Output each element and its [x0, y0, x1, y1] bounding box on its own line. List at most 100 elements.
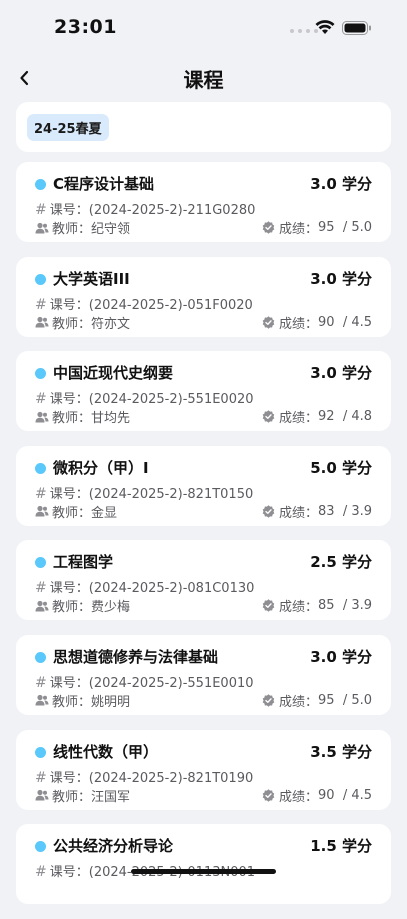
grade-row: 成绩： 95 / 5.0 — [262, 691, 372, 710]
grade-score: 95 — [318, 692, 335, 708]
course-card[interactable]: 线性代数（甲） 3.5 学分 # 课号：(2024-2025-2)-821T019… — [16, 729, 391, 810]
course-code-row: # 课号：(2024-2025-2)-551E0020 — [35, 388, 254, 407]
grade-label: 成绩： — [278, 505, 318, 521]
course-card[interactable]: 微积分（甲）I 5.0 学分 # 课号：(2024-2025-2)-821T015… — [16, 445, 391, 526]
grade-score: 92 — [318, 409, 335, 425]
grade-point: / 5.0 — [342, 220, 372, 235]
teacher-label: 教师： — [52, 316, 92, 332]
course-card[interactable]: 思想道德修养与法律基础 3.0 学分 # 课号：(2024-2025-2)-551… — [16, 634, 391, 715]
course-card[interactable]: 中国近现代史纲要 3.0 学分 # 课号：(2024-2025-2)-551E00… — [16, 351, 391, 432]
people-icon — [35, 411, 49, 423]
course-credit: 1.5 学分 — [310, 837, 372, 856]
people-icon — [35, 600, 49, 612]
status-dot-icon — [35, 179, 46, 190]
grade-row: 成绩： 90 / 4.5 — [262, 786, 372, 805]
hash-icon: # — [35, 485, 47, 502]
nav-bar: 课程 — [0, 56, 407, 100]
verified-badge-icon — [262, 221, 275, 234]
course-code-row: # 课号：(2024-2025-2)-081C0130 — [35, 577, 254, 596]
home-indicator[interactable] — [131, 869, 276, 874]
course-credit: 3.0 学分 — [310, 364, 372, 383]
teacher-row: 教师： 费少梅 — [35, 596, 130, 615]
verified-badge-icon — [262, 505, 275, 518]
grade-row: 成绩： 83 / 3.9 — [262, 502, 372, 521]
hash-icon: # — [35, 580, 47, 597]
grade-score: 90 — [318, 314, 335, 330]
grade-point: / 4.5 — [342, 314, 372, 330]
course-credit: 3.5 学分 — [310, 742, 372, 761]
status-dot-icon — [35, 746, 46, 758]
code-label: 课号： — [49, 392, 89, 408]
course-name: 微积分（甲）I — [53, 458, 149, 477]
teacher-row: 教师： 纪守领 — [35, 218, 130, 237]
code-label: 课号： — [49, 203, 89, 218]
grade-label: 成绩： — [278, 316, 318, 332]
verified-badge-icon — [262, 315, 275, 329]
grade-row: 成绩： 90 / 4.5 — [262, 313, 372, 332]
course-card[interactable]: 工程图学 2.5 学分 # 课号：(2024-2025-2)-081C0130 教… — [16, 540, 391, 621]
teacher-row: 教师： 甘均先 — [35, 407, 130, 426]
course-code: (2024-2025-2)-551E0010 — [88, 675, 254, 691]
status-dot-icon — [35, 841, 46, 853]
teacher-row: 教师： 金显 — [35, 502, 117, 521]
grade-row: 成绩： 95 / 5.0 — [262, 218, 372, 237]
verified-badge-icon — [262, 410, 275, 423]
course-code: (2024-2025-2)-821T0150 — [88, 486, 254, 502]
teacher-name: 费少梅 — [91, 600, 131, 616]
course-code: (2024-2025-2)-051F0020 — [88, 297, 253, 313]
course-name: C程序设计基础 — [53, 175, 155, 193]
status-time: 23:01 — [54, 16, 117, 38]
grade-label: 成绩： — [278, 222, 318, 237]
term-selector: 24-25春夏 — [16, 102, 391, 152]
grade-score: 83 — [318, 503, 335, 519]
course-code: (2024-2025-2)-551E0020 — [88, 392, 254, 408]
grade-score: 85 — [318, 598, 335, 614]
hash-icon: # — [35, 674, 47, 691]
status-bar: 23:01 — [0, 0, 407, 56]
course-name: 公共经济分析导论 — [53, 837, 174, 856]
code-label: 课号： — [49, 865, 89, 881]
course-card[interactable]: 大学英语III 3.0 学分 # 课号：(2024-2025-2)-051F002… — [16, 256, 391, 337]
teacher-label: 教师： — [52, 694, 92, 710]
status-dot-icon — [35, 368, 46, 380]
people-icon — [35, 789, 49, 801]
status-dot-icon — [35, 462, 46, 474]
grade-score: 95 — [318, 220, 335, 235]
course-list: C程序设计基础 3.0 学分 # 课号：(2024-2025-2)-211G028… — [16, 162, 391, 919]
teacher-name: 姚明明 — [91, 694, 131, 710]
course-code-row: # 课号：(2024-2025-2)-821T0190 — [35, 767, 253, 786]
grade-label: 成绩： — [278, 789, 318, 805]
hash-icon: # — [35, 391, 47, 408]
course-credit: 3.0 学分 — [310, 175, 372, 193]
course-credit: 2.5 学分 — [310, 553, 372, 572]
hash-icon: # — [35, 864, 47, 881]
course-name: 大学英语III — [53, 269, 130, 288]
grade-row: 成绩： 85 / 3.9 — [262, 596, 372, 615]
course-credit: 3.0 学分 — [310, 647, 372, 666]
hash-icon: # — [35, 202, 47, 218]
grade-label: 成绩： — [278, 694, 318, 710]
code-label: 课号： — [49, 486, 89, 502]
course-card[interactable]: 公共经济分析导论 1.5 学分 #课号：(2024-2025-2)-0113N0… — [16, 824, 391, 905]
teacher-label: 教师： — [52, 411, 92, 427]
hash-icon: # — [35, 296, 47, 313]
grade-point: / 4.8 — [342, 409, 372, 425]
code-label: 课号： — [49, 770, 89, 786]
code-label: 课号： — [49, 581, 89, 597]
course-code-row: # 课号：(2024-2025-2)-821T0150 — [35, 483, 253, 502]
grade-point: / 3.9 — [342, 503, 372, 519]
teacher-label: 教师： — [52, 789, 92, 805]
course-code: (2024-2025-2)-211G0280 — [88, 203, 256, 218]
teacher-label: 教师： — [52, 600, 92, 616]
course-code-row: # 课号：(2024-2025-2)-551E0010 — [35, 672, 254, 691]
teacher-name: 甘均先 — [91, 411, 131, 427]
verified-badge-icon — [262, 694, 275, 707]
code-label: 课号： — [49, 675, 89, 691]
teacher-row: 教师： 符亦文 — [35, 313, 130, 332]
grade-point: / 5.0 — [342, 692, 372, 708]
term-chip[interactable]: 24-25春夏 — [27, 114, 109, 141]
grade-point: / 4.5 — [342, 787, 372, 803]
verified-badge-icon — [262, 788, 275, 802]
teacher-label: 教师： — [52, 505, 92, 521]
course-card[interactable]: C程序设计基础 3.0 学分 # 课号：(2024-2025-2)-211G028… — [16, 162, 391, 242]
